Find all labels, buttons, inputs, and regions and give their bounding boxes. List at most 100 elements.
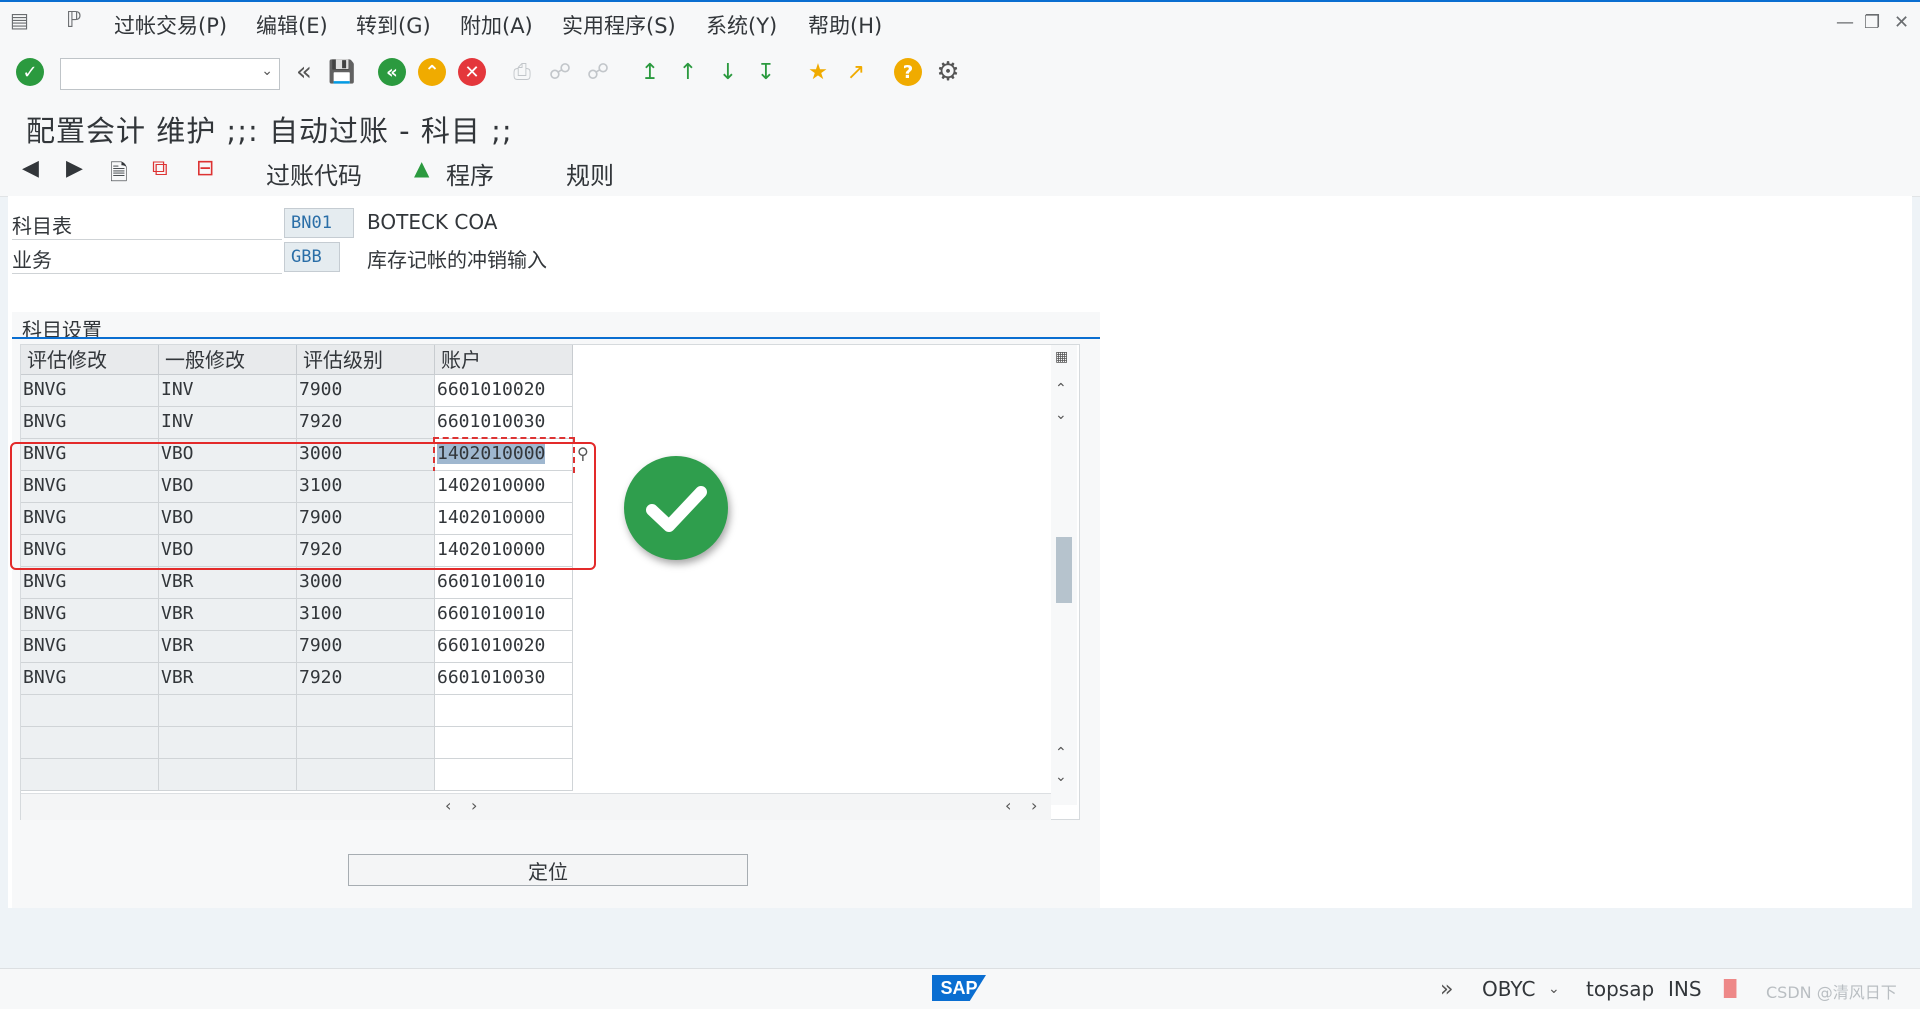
table-key-cell: 7900 [297,503,435,535]
status-transaction[interactable]: OBYC [1482,977,1535,1001]
help-icon[interactable]: ? [894,58,922,86]
account-cell[interactable]: 1402010000 [435,535,573,567]
scroll-right-fixed-icon[interactable]: › [1031,796,1037,815]
cancel-icon[interactable]: ✕ [458,58,486,86]
posting-key-button[interactable]: 过账代码 [266,156,362,191]
save-icon[interactable]: 💾 [328,58,356,86]
minimize-icon[interactable]: — [1836,12,1854,33]
find-icon[interactable]: ☍ [546,58,574,86]
scroll-thumb[interactable] [1056,537,1072,603]
selected-account-value[interactable]: 1402010000 [437,443,546,464]
command-field[interactable]: ⌄ [60,58,280,90]
column-settings-icon[interactable]: ▦ [1055,349,1068,365]
table-key-cell: VBR [159,599,297,631]
chart-of-accounts-field[interactable]: BN01 [284,208,354,238]
chevron-down-icon[interactable]: ⌄ [261,63,273,79]
table-row[interactable] [21,727,573,759]
back-double-icon[interactable]: « [290,57,318,87]
rules-button[interactable]: 规则 [566,156,614,191]
column-header[interactable]: 一般修改 [159,345,297,375]
scroll-bottom-icon[interactable]: ⌄ [1055,769,1067,785]
account-cell[interactable]: 6601010020 [435,631,573,663]
new-entry-icon[interactable]: 🗎 [110,156,128,194]
account-cell[interactable]: 1402010000 [435,471,573,503]
account-cell[interactable]: 6601010030 [435,663,573,695]
table-row[interactable]: BNVG VBR 3000 6601010010 [21,567,573,599]
transaction-field[interactable]: GBB [284,242,340,272]
create-session-icon[interactable]: ★ [804,58,832,86]
account-cell[interactable]: 1402010000 ⚲ [433,437,589,473]
procedures-button[interactable]: 程序 [446,156,494,191]
table-row[interactable]: BNVG VBO 7900 1402010000 [21,503,573,535]
account-cell[interactable]: 6601010010 [435,567,573,599]
menu-help[interactable]: 帮助(H) [808,10,882,40]
table-row[interactable]: BNVG VBO 3100 1402010000 [21,471,573,503]
enter-icon[interactable]: ✓ [16,58,44,86]
table-row[interactable]: BNVG VBR 7900 6601010020 [21,631,573,663]
next-entry-icon[interactable]: ▶ [66,156,83,181]
locate-button[interactable]: 定位 [348,854,748,886]
table-key-cell: VBR [159,663,297,695]
find-next-icon[interactable]: ☍ [584,58,612,86]
table-row[interactable]: BNVG INV 7920 6601010030 [21,407,573,439]
menu-utilities[interactable]: 实用程序(S) [562,10,676,40]
table-row[interactable]: BNVG VBO 3000 1402010000 ⚲ [21,437,589,473]
account-cell[interactable] [435,727,573,759]
settings-icon[interactable]: ⚙ [934,57,962,87]
horizontal-scrollbar[interactable]: ‹ › ‹ › [21,793,1051,820]
menu-posting-transactions[interactable]: 过帐交易(P) [114,10,227,40]
close-window-icon[interactable]: ✕ [1894,12,1909,33]
menu-extras[interactable]: 附加(A) [460,10,533,40]
menu-system[interactable]: 系统(Y) [706,10,777,40]
table-row[interactable]: BNVG VBO 7920 1402010000 [21,535,573,567]
shortcut-icon[interactable]: ↗ [842,58,870,86]
scroll-left-icon[interactable]: ‹ [445,796,451,815]
table-row[interactable] [21,759,573,791]
account-cell[interactable] [435,695,573,727]
restore-icon[interactable]: ❐ [1864,12,1880,33]
table-row[interactable]: BNVG VBR 3100 6601010010 [21,599,573,631]
menu-goto[interactable]: 转到(G) [356,10,431,40]
copy-entry-icon[interactable]: ⧉ [152,156,168,181]
scroll-up-icon[interactable]: ⌃ [1055,381,1067,397]
chevron-down-icon[interactable]: ⌄ [1548,981,1560,997]
column-header[interactable]: 评估级别 [297,345,435,375]
table-key-cell: 7920 [297,535,435,567]
last-page-icon[interactable]: ↧ [752,58,780,86]
status-mode[interactable]: INS [1668,977,1702,1001]
account-cell[interactable]: 1402010000 [435,503,573,535]
value-help-icon[interactable]: ⚲ [577,439,589,469]
menu-edit[interactable]: 编辑(E) [256,10,328,40]
table-key-cell: BNVG [21,599,159,631]
table-key-cell: VBO [159,471,297,503]
scroll-left-fixed-icon[interactable]: ‹ [1005,796,1011,815]
column-header[interactable]: 账户 [435,345,573,375]
account-cell[interactable] [435,759,573,791]
scroll-top-icon[interactable]: ⌃ [1055,745,1067,761]
delete-entry-icon[interactable]: ⊟ [196,156,214,181]
menu-toggle-icon[interactable]: ▤ [10,8,29,32]
first-page-icon[interactable]: ↥ [636,58,664,86]
vertical-scrollbar[interactable]: ▦ ⌃ ⌄ ⌃ ⌄ [1051,345,1077,805]
print-icon[interactable]: ⎙ [508,58,536,86]
account-cell[interactable]: 6601010020 [435,375,573,407]
back-icon[interactable]: « [378,58,406,86]
next-page-icon[interactable]: ↓ [714,58,742,86]
table-row[interactable] [21,695,573,727]
status-system: topsap [1586,977,1655,1001]
scroll-right-icon[interactable]: › [471,796,477,815]
table-row[interactable]: BNVG INV 7900 6601010020 [21,375,573,407]
scroll-down-icon[interactable]: ⌄ [1055,407,1067,423]
expand-status-icon[interactable]: » [1440,977,1453,1002]
previous-entry-icon[interactable]: ◀ [22,156,39,181]
table-key-cell: VBR [159,567,297,599]
application-toolbar: ◀ ▶ 🗎 ⧉ ⊟ 过账代码 ▲ 程序 规则 [0,150,1920,197]
sap-menu-icon[interactable]: ℙ [66,8,81,33]
table-key-cell: BNVG [21,535,159,567]
account-cell[interactable]: 6601010030 [435,407,573,439]
exit-icon[interactable]: ⌃ [418,58,446,86]
column-header[interactable]: 评估修改 [21,345,159,375]
prev-page-icon[interactable]: ↑ [674,58,702,86]
account-cell[interactable]: 6601010010 [435,599,573,631]
table-row[interactable]: BNVG VBR 7920 6601010030 [21,663,573,695]
